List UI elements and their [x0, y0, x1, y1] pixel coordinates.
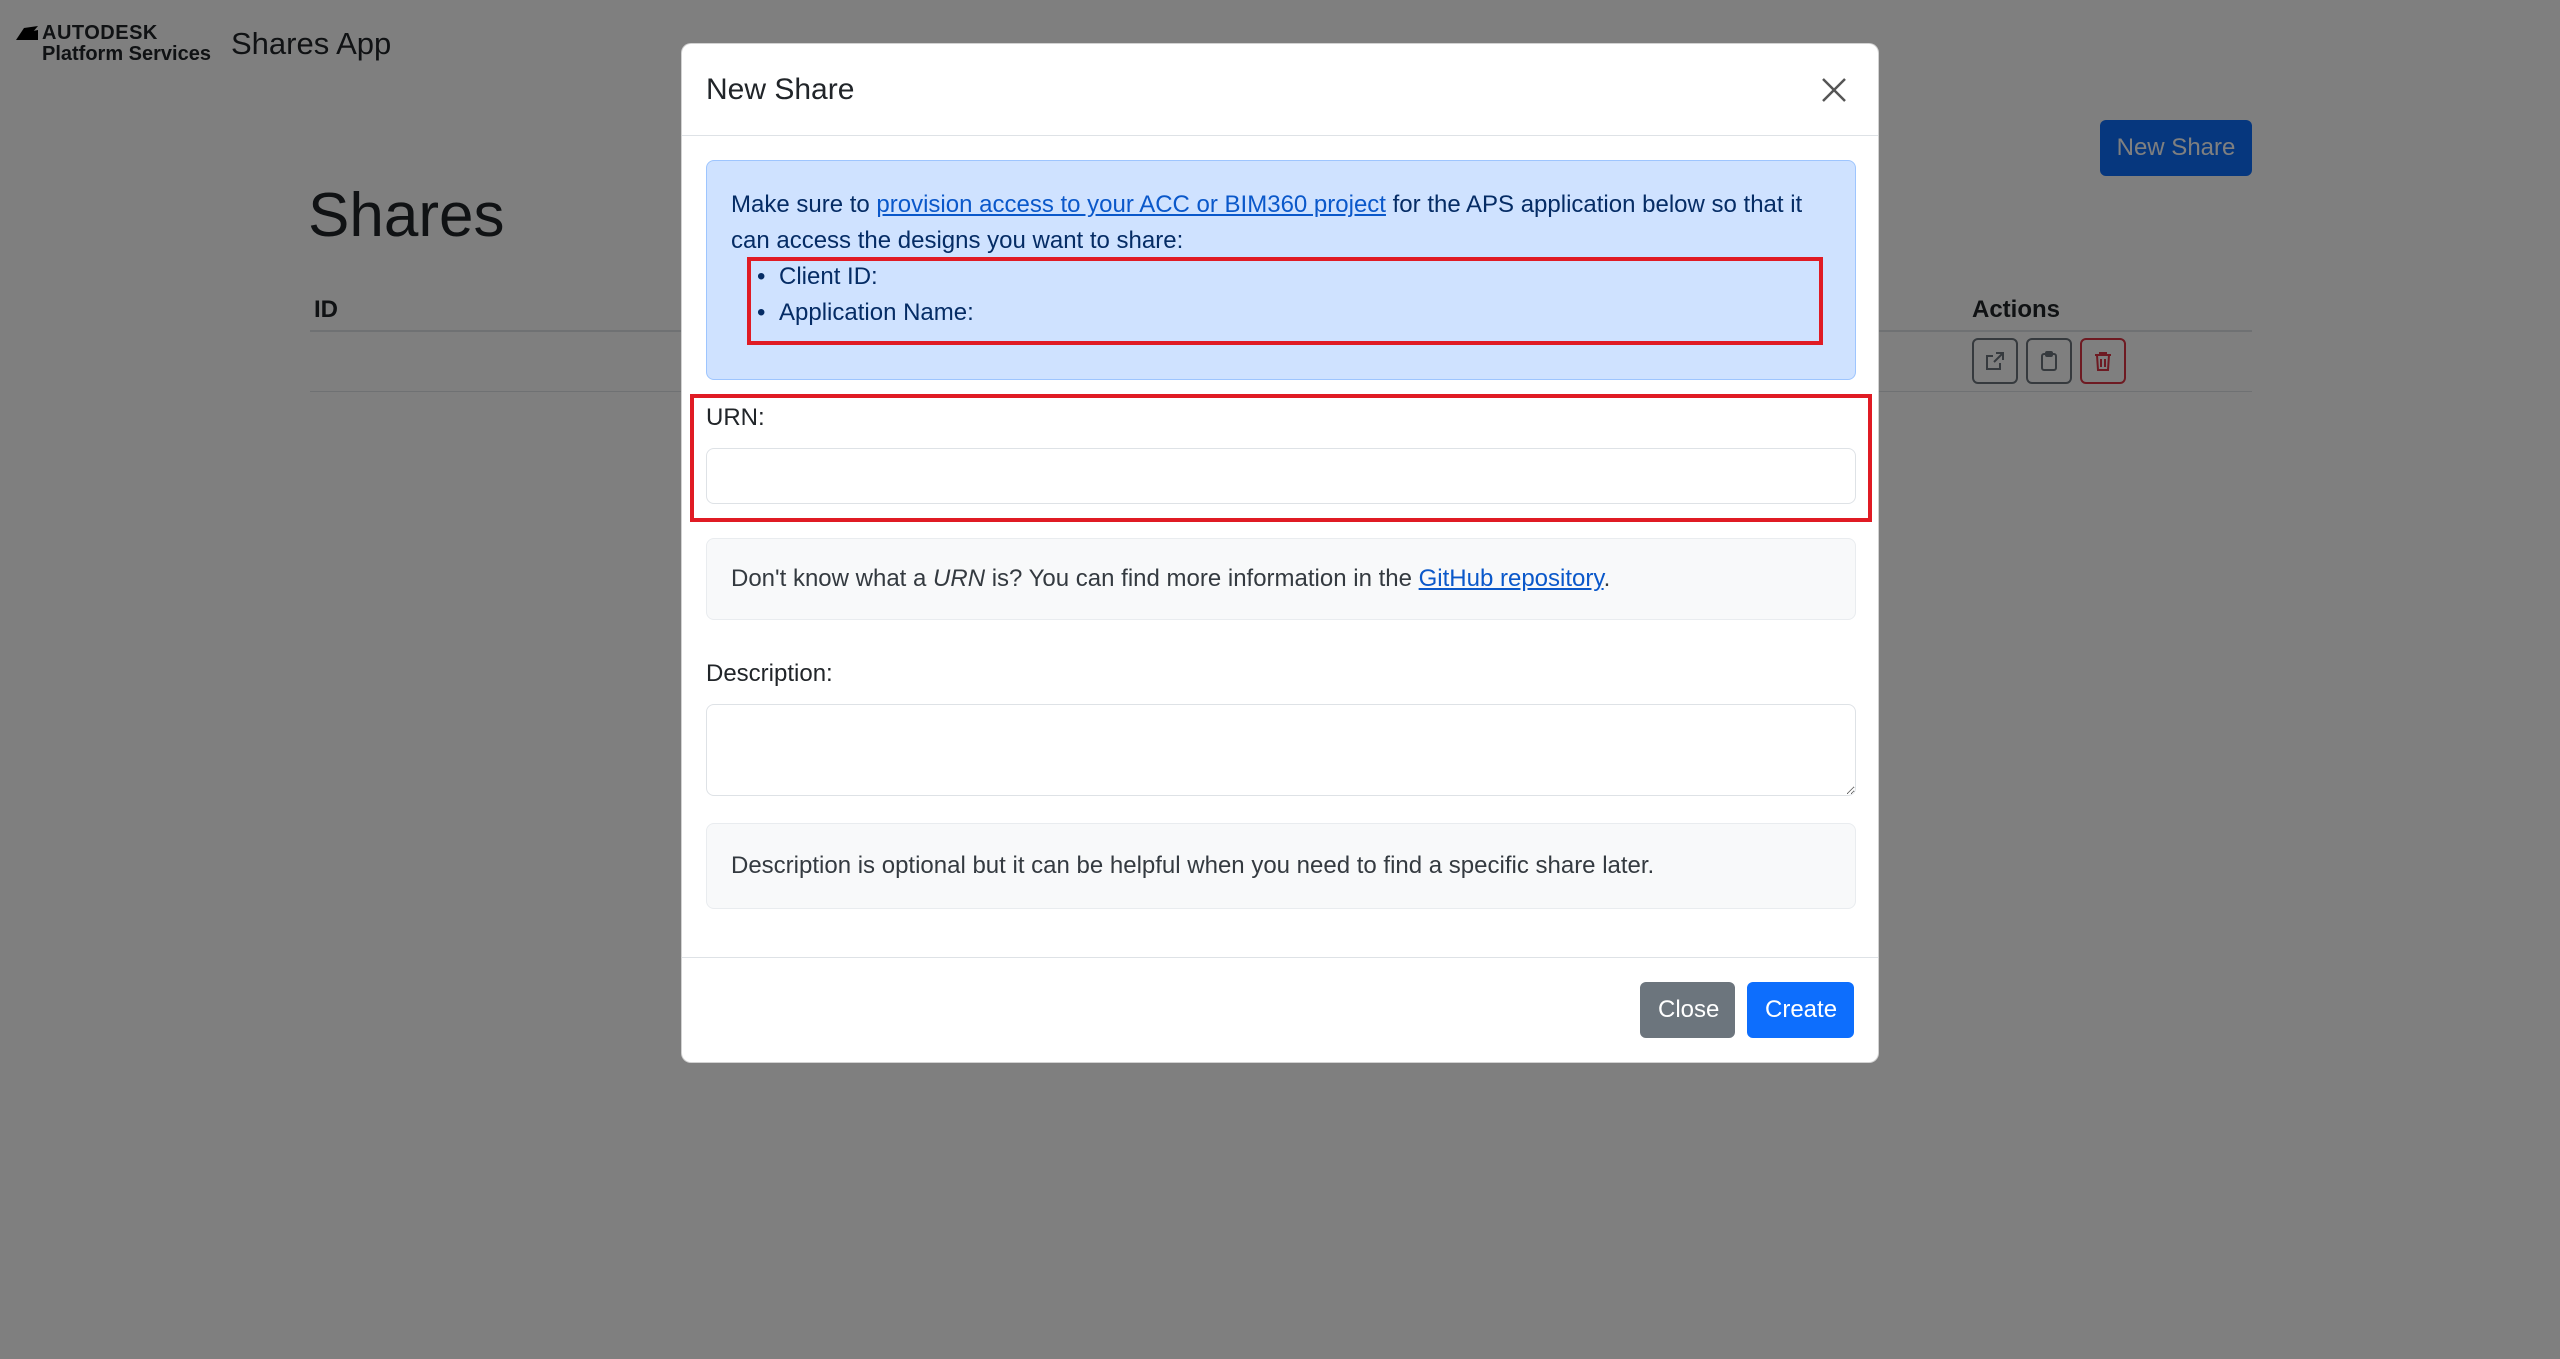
modal-header: New Share [682, 44, 1878, 136]
alert-text-before: Make sure to [731, 191, 877, 218]
close-button[interactable]: Close [1640, 982, 1735, 1038]
urn-hint-text-middle: is? You can find more information in the [985, 565, 1419, 592]
new-share-modal: New Share Make sure to provision access … [681, 43, 1879, 1063]
modal-footer: Close Create [682, 957, 1878, 1062]
close-icon[interactable] [1814, 70, 1854, 110]
urn-hint-text-before: Don't know what a [731, 565, 934, 592]
description-hint-text: Description is optional but it can be he… [731, 852, 1655, 879]
description-textarea[interactable] [706, 704, 1856, 796]
provision-alert: Make sure to provision access to your AC… [706, 160, 1856, 380]
urn-hint: Don't know what a URN is? You can find m… [706, 538, 1856, 620]
description-label: Description: [706, 660, 833, 687]
provision-access-link[interactable]: provision access to your ACC or BIM360 p… [876, 191, 1386, 218]
highlight-box-app-info [747, 257, 1823, 345]
modal-body: Make sure to provision access to your AC… [682, 136, 1878, 933]
urn-hint-text-after: . [1603, 565, 1611, 592]
description-hint: Description is optional but it can be he… [706, 823, 1856, 909]
alert-message: Make sure to provision access to your AC… [731, 187, 1831, 259]
urn-hint-emphasis: URN [933, 565, 986, 592]
highlight-box-urn [690, 394, 1872, 522]
create-button[interactable]: Create [1747, 982, 1854, 1038]
urn-field-group: URN: [690, 394, 1872, 532]
github-repository-link[interactable]: GitHub repository [1419, 565, 1604, 592]
modal-title: New Share [706, 72, 855, 106]
